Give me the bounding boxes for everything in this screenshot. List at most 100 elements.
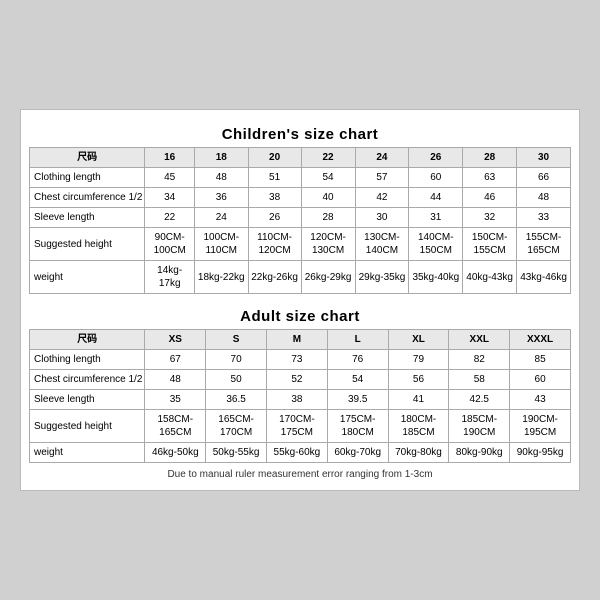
footer-note: Due to manual ruler measurement error ra…	[29, 469, 571, 480]
children-col-header-3: 20	[248, 148, 301, 168]
table-cell: 90CM-100CM	[145, 228, 195, 261]
table-cell: 41	[388, 390, 449, 410]
table-cell: 165CM-170CM	[206, 410, 267, 443]
table-cell: 60kg-70kg	[327, 443, 388, 463]
table-cell: 82	[449, 350, 510, 370]
table-cell: 38	[248, 188, 301, 208]
table-cell: 79	[388, 350, 449, 370]
table-cell: 18kg-22kg	[194, 261, 248, 294]
table-cell: 26kg-29kg	[301, 261, 355, 294]
table-cell: 31	[409, 208, 463, 228]
table-cell: 26	[248, 208, 301, 228]
table-cell: 39.5	[327, 390, 388, 410]
table-cell: 22	[145, 208, 195, 228]
table-row: Chest circumference 1/23436384042444648	[30, 188, 571, 208]
adult-header-row: 尺码 XS S M L XL XXL XXXL	[30, 330, 571, 350]
table-row: Suggested height90CM-100CM100CM-110CM110…	[30, 228, 571, 261]
table-cell: 24	[194, 208, 248, 228]
table-cell: 67	[145, 350, 206, 370]
table-cell: 40kg-43kg	[463, 261, 517, 294]
table-cell: 73	[266, 350, 327, 370]
table-cell: 48	[517, 188, 571, 208]
table-cell: 58	[449, 370, 510, 390]
children-col-header-8: 30	[517, 148, 571, 168]
table-cell: 66	[517, 168, 571, 188]
row-label: Sleeve length	[30, 390, 145, 410]
row-label: Chest circumference 1/2	[30, 188, 145, 208]
adult-col-header-3: M	[266, 330, 327, 350]
table-cell: 36.5	[206, 390, 267, 410]
table-cell: 190CM-195CM	[510, 410, 571, 443]
row-label: Clothing length	[30, 168, 145, 188]
children-chart-title: Children's size chart	[29, 126, 571, 143]
table-cell: 45	[145, 168, 195, 188]
table-cell: 155CM-165CM	[517, 228, 571, 261]
table-cell: 175CM-180CM	[327, 410, 388, 443]
table-cell: 90kg-95kg	[510, 443, 571, 463]
table-cell: 130CM-140CM	[355, 228, 409, 261]
table-row: weight46kg-50kg50kg-55kg55kg-60kg60kg-70…	[30, 443, 571, 463]
children-header-row: 尺码 16 18 20 22 24 26 28 30	[30, 148, 571, 168]
row-label: Suggested height	[30, 410, 145, 443]
row-label: Suggested height	[30, 228, 145, 261]
children-table: 尺码 16 18 20 22 24 26 28 30 Clothing leng…	[29, 147, 571, 294]
table-cell: 180CM-185CM	[388, 410, 449, 443]
table-cell: 54	[327, 370, 388, 390]
children-col-header-7: 28	[463, 148, 517, 168]
table-cell: 29kg-35kg	[355, 261, 409, 294]
adult-col-header-4: L	[327, 330, 388, 350]
row-label: weight	[30, 261, 145, 294]
table-cell: 42	[355, 188, 409, 208]
children-col-header-1: 16	[145, 148, 195, 168]
table-cell: 170CM-175CM	[266, 410, 327, 443]
table-cell: 46	[463, 188, 517, 208]
table-cell: 54	[301, 168, 355, 188]
adult-col-header-6: XXL	[449, 330, 510, 350]
adult-col-header-7: XXXL	[510, 330, 571, 350]
table-row: Suggested height158CM-165CM165CM-170CM17…	[30, 410, 571, 443]
table-row: Sleeve length2224262830313233	[30, 208, 571, 228]
row-label: Clothing length	[30, 350, 145, 370]
children-col-header-6: 26	[409, 148, 463, 168]
table-cell: 56	[388, 370, 449, 390]
table-cell: 35	[145, 390, 206, 410]
table-cell: 76	[327, 350, 388, 370]
table-row: weight14kg-17kg18kg-22kg22kg-26kg26kg-29…	[30, 261, 571, 294]
table-cell: 120CM-130CM	[301, 228, 355, 261]
table-cell: 100CM-110CM	[194, 228, 248, 261]
children-col-header-0: 尺码	[30, 148, 145, 168]
table-cell: 35kg-40kg	[409, 261, 463, 294]
table-cell: 52	[266, 370, 327, 390]
table-cell: 158CM-165CM	[145, 410, 206, 443]
table-cell: 70kg-80kg	[388, 443, 449, 463]
table-cell: 60	[510, 370, 571, 390]
table-cell: 46kg-50kg	[145, 443, 206, 463]
row-label: Sleeve length	[30, 208, 145, 228]
table-cell: 22kg-26kg	[248, 261, 301, 294]
table-cell: 50kg-55kg	[206, 443, 267, 463]
table-cell: 34	[145, 188, 195, 208]
table-cell: 140CM-150CM	[409, 228, 463, 261]
table-cell: 30	[355, 208, 409, 228]
chart-container: Children's size chart 尺码 16 18 20 22 24 …	[20, 109, 580, 491]
table-cell: 55kg-60kg	[266, 443, 327, 463]
adult-table: 尺码 XS S M L XL XXL XXXL Clothing length6…	[29, 329, 571, 463]
adult-col-header-1: XS	[145, 330, 206, 350]
table-cell: 150CM-155CM	[463, 228, 517, 261]
table-cell: 110CM-120CM	[248, 228, 301, 261]
table-cell: 14kg-17kg	[145, 261, 195, 294]
adult-col-header-2: S	[206, 330, 267, 350]
table-row: Clothing length4548515457606366	[30, 168, 571, 188]
table-cell: 185CM-190CM	[449, 410, 510, 443]
table-row: Clothing length67707376798285	[30, 350, 571, 370]
adult-chart-title: Adult size chart	[29, 308, 571, 325]
table-row: Chest circumference 1/248505254565860	[30, 370, 571, 390]
adult-col-header-5: XL	[388, 330, 449, 350]
table-cell: 43kg-46kg	[517, 261, 571, 294]
table-cell: 38	[266, 390, 327, 410]
table-cell: 85	[510, 350, 571, 370]
table-cell: 51	[248, 168, 301, 188]
table-cell: 44	[409, 188, 463, 208]
table-cell: 40	[301, 188, 355, 208]
table-cell: 33	[517, 208, 571, 228]
